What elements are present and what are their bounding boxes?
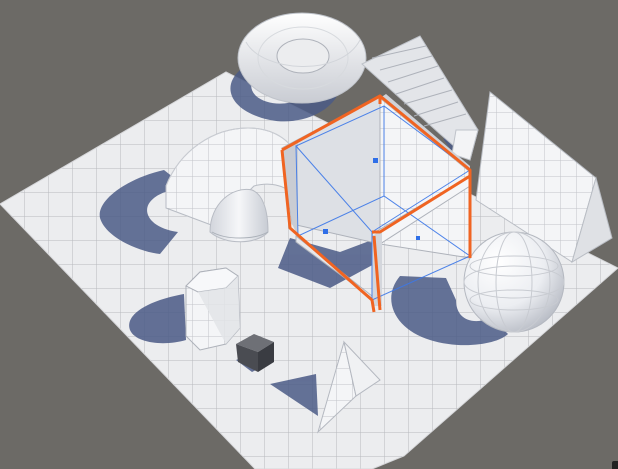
torus[interactable] bbox=[237, 12, 367, 104]
scene-canvas[interactable] bbox=[0, 0, 618, 469]
resize-handle-icon[interactable] bbox=[612, 461, 618, 469]
sphere[interactable] bbox=[463, 231, 565, 333]
scene-viewport[interactable] bbox=[0, 0, 618, 469]
square-dot-icon bbox=[416, 236, 420, 240]
hexagonal-prism[interactable] bbox=[185, 267, 241, 351]
square-dot-icon bbox=[323, 229, 328, 234]
square-dot-icon bbox=[373, 158, 378, 163]
